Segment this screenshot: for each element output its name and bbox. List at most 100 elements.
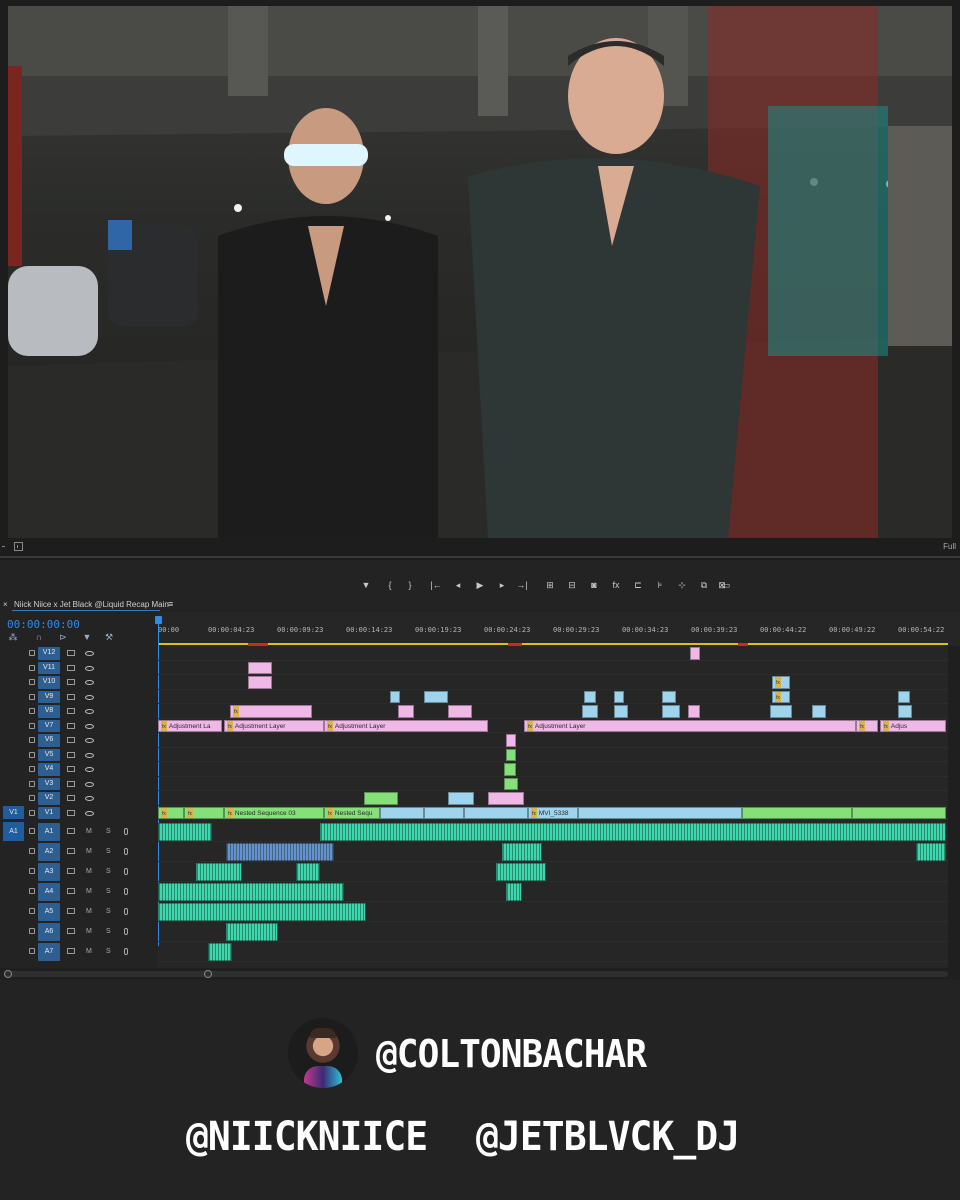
track-name[interactable]: V12 [38, 647, 60, 660]
sequence-tab[interactable]: Niick Niice x Jet Black @Liquid Recap Ma… [14, 600, 169, 609]
sync-lock-icon[interactable] [67, 848, 75, 854]
wrench-icon[interactable]: ⚒ [104, 632, 114, 644]
sync-lock-icon[interactable] [67, 888, 75, 894]
sync-lock-icon[interactable] [67, 868, 75, 874]
video-clip[interactable] [584, 690, 596, 703]
audio-clip[interactable] [506, 883, 522, 901]
solo-button[interactable]: S [106, 948, 111, 955]
sync-lock-icon[interactable] [67, 766, 75, 772]
sync-lock-icon[interactable] [67, 722, 75, 729]
video-lane[interactable] [158, 646, 948, 661]
video-clip[interactable]: fx Adjus [880, 719, 946, 732]
go-to-out-icon[interactable]: →| [516, 578, 528, 592]
monitor-settings-icon[interactable] [2, 544, 5, 547]
sync-lock-icon[interactable] [67, 948, 75, 954]
track-name[interactable]: A3 [38, 863, 60, 881]
lock-icon[interactable] [29, 795, 35, 801]
solo-button[interactable]: S [106, 928, 111, 935]
settings-icon[interactable]: ⊧ [654, 578, 666, 592]
step-forward-icon[interactable]: ▸ [496, 578, 508, 592]
eye-icon[interactable] [85, 723, 94, 729]
video-clip[interactable] [812, 705, 826, 718]
video-clip[interactable] [614, 705, 628, 718]
sync-lock-icon[interactable] [67, 828, 75, 834]
panel-menu-icon[interactable]: ≡ [168, 599, 173, 609]
sync-lock-icon[interactable] [67, 928, 75, 934]
video-clip[interactable] [448, 792, 474, 805]
add-marker-icon[interactable]: ⊳ [58, 632, 68, 644]
lock-icon[interactable] [29, 888, 35, 894]
snap-icon[interactable]: ⁂ [8, 632, 18, 644]
resolution-select[interactable]: Full [943, 542, 956, 551]
audio-lane[interactable] [158, 942, 948, 962]
video-clip[interactable]: fx Nested Sequ [324, 806, 380, 819]
lock-icon[interactable] [29, 751, 35, 758]
lock-icon[interactable] [29, 693, 35, 700]
video-clip[interactable] [364, 792, 398, 805]
video-clip[interactable] [614, 690, 624, 703]
lock-icon[interactable] [29, 809, 35, 816]
close-tab-icon[interactable]: × [3, 600, 8, 609]
track-name[interactable]: V3 [38, 777, 60, 790]
voiceover-mic-icon[interactable] [124, 908, 128, 915]
eye-icon[interactable] [85, 709, 94, 714]
mark-out-icon[interactable]: } [404, 578, 416, 592]
lock-icon[interactable] [29, 664, 35, 671]
eye-icon[interactable] [85, 651, 94, 656]
multicam-icon[interactable]: ⊹ [676, 578, 688, 592]
voiceover-mic-icon[interactable] [124, 928, 128, 935]
audio-clip[interactable] [226, 843, 334, 861]
voiceover-mic-icon[interactable] [124, 888, 128, 895]
video-clip[interactable]: fx [856, 719, 878, 732]
sync-lock-icon[interactable] [67, 708, 75, 714]
panel-divider[interactable] [0, 556, 960, 558]
audio-clip[interactable] [916, 843, 946, 861]
play-icon[interactable]: ▶ [474, 578, 486, 592]
playhead-handle[interactable] [155, 616, 162, 624]
linked-selection-icon[interactable]: ∩ [34, 632, 44, 644]
export-frame-icon[interactable]: ◙ [588, 578, 600, 592]
audio-clip[interactable] [158, 903, 366, 921]
video-lane[interactable] [158, 748, 948, 762]
video-lane[interactable] [158, 791, 948, 806]
video-clip[interactable] [690, 647, 700, 660]
vertical-scrollbar[interactable] [948, 646, 960, 968]
video-clip[interactable] [424, 690, 448, 703]
video-clip[interactable]: fx [772, 690, 790, 703]
video-clip[interactable] [504, 763, 516, 776]
video-clip[interactable] [898, 690, 910, 703]
audio-clip[interactable] [158, 883, 344, 901]
eye-icon[interactable] [85, 738, 94, 743]
video-clip[interactable] [398, 705, 414, 718]
track-name[interactable]: A1 [38, 823, 60, 841]
solo-button[interactable]: S [106, 828, 111, 835]
track-name[interactable]: A7 [38, 943, 60, 961]
time-ruler[interactable]: 00:00 00:00:04:23 00:00:09:23 00:00:14:23 00… [155, 612, 948, 946]
audio-clip[interactable] [196, 863, 242, 881]
lock-icon[interactable] [29, 766, 35, 772]
source-patch-a1[interactable]: A1 [3, 822, 24, 841]
audio-clip[interactable] [502, 843, 542, 861]
voiceover-mic-icon[interactable] [124, 868, 128, 875]
track-name[interactable]: V5 [38, 748, 60, 761]
lock-icon[interactable] [29, 650, 35, 656]
video-clip[interactable] [248, 661, 272, 674]
video-clip[interactable] [424, 806, 464, 819]
lock-icon[interactable] [29, 722, 35, 729]
lock-icon[interactable] [29, 708, 35, 714]
voiceover-mic-icon[interactable] [124, 828, 128, 835]
track-name[interactable]: V1 [38, 806, 60, 819]
comparison-icon[interactable]: ⊏ [632, 578, 644, 592]
audio-clip[interactable] [296, 863, 320, 881]
solo-button[interactable]: S [106, 888, 111, 895]
track-name[interactable]: V9 [38, 690, 60, 703]
audio-lane[interactable] [158, 862, 948, 882]
lock-icon[interactable] [29, 679, 35, 685]
safe-margins-icon[interactable]: ▭ [720, 578, 732, 592]
video-clip[interactable] [506, 748, 516, 761]
mute-button[interactable]: M [86, 908, 92, 915]
sync-lock-icon[interactable] [67, 751, 75, 758]
video-clip[interactable]: fx Adjustment Layer [524, 719, 856, 732]
eye-icon[interactable] [85, 694, 94, 700]
work-area-bar[interactable] [158, 643, 948, 645]
